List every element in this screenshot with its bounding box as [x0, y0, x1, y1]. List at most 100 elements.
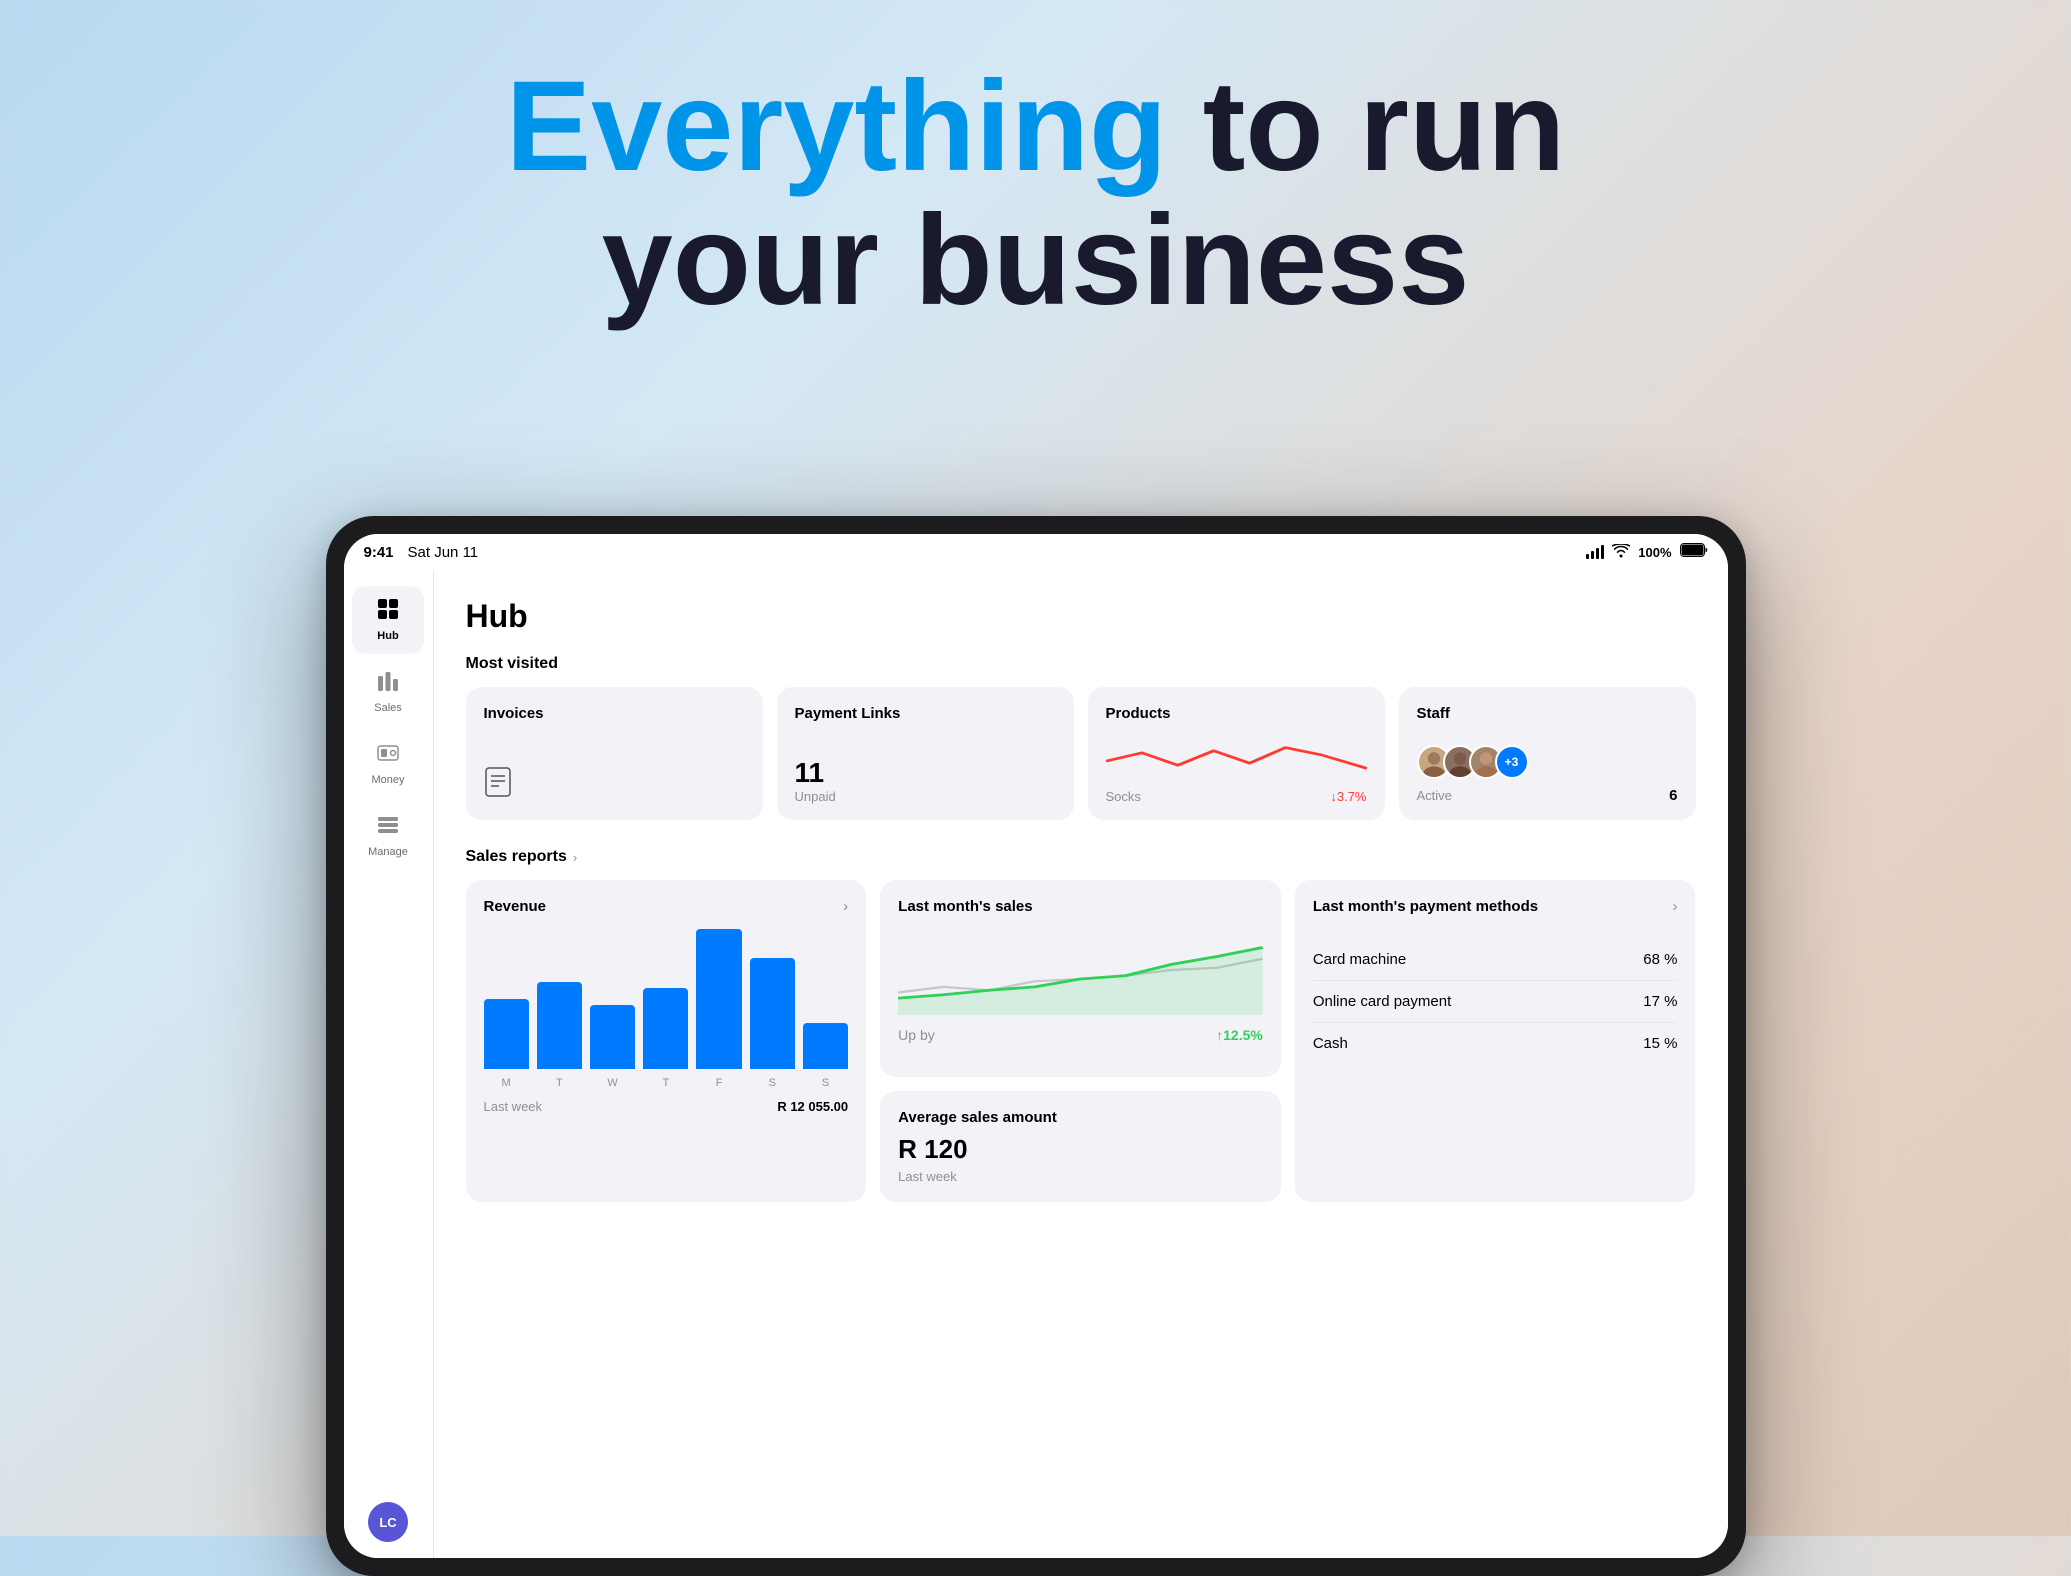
- sales-line-svg: [898, 925, 1263, 1015]
- sales-grid: Revenue ›: [466, 880, 1696, 1202]
- product-name: Socks: [1106, 789, 1141, 804]
- bar-chart: [484, 929, 849, 1069]
- most-visited-grid: Invoices: [466, 687, 1696, 820]
- ipad-wrapper: 9:41 Sat Jun 11: [326, 516, 1746, 1576]
- payment-card-machine-pct: 68 %: [1643, 951, 1677, 968]
- bar-label-s2: S: [803, 1077, 848, 1089]
- status-date: Sat Jun 11: [408, 544, 479, 561]
- products-title: Products: [1106, 705, 1367, 722]
- page-title: Hub: [466, 598, 1696, 635]
- hero-section: Everything to run your business: [0, 0, 2071, 329]
- payment-row-card-machine: Card machine 68 %: [1313, 939, 1678, 981]
- bar-label-m: M: [484, 1077, 529, 1089]
- revenue-title: Revenue: [484, 898, 547, 915]
- status-bar: 9:41 Sat Jun 11: [344, 534, 1728, 570]
- middle-column: Last month's sales: [880, 880, 1281, 1202]
- revenue-chevron-icon[interactable]: ›: [843, 898, 848, 915]
- revenue-amount: R 12 055.00: [777, 1099, 848, 1114]
- last-month-sales-card[interactable]: Last month's sales: [880, 880, 1281, 1077]
- payment-links-number: 11: [795, 757, 1056, 789]
- payment-row-cash: Cash 15 %: [1313, 1023, 1678, 1064]
- bar-w: [590, 1005, 635, 1069]
- sidebar: Hub Sales: [344, 570, 434, 1558]
- bar-chart-labels: M T W T F S S: [484, 1077, 849, 1089]
- sidebar-item-hub-label: Hub: [377, 630, 398, 642]
- invoices-bottom: [484, 767, 745, 804]
- invoices-card[interactable]: Invoices: [466, 687, 763, 820]
- products-spark-chart: [1106, 732, 1367, 784]
- revenue-card[interactable]: Revenue ›: [466, 880, 867, 1202]
- main-content: Hub Most visited Invoices: [434, 570, 1728, 1558]
- payment-methods-list: Card machine 68 % Online card payment 17…: [1313, 939, 1678, 1064]
- avg-amount: R 120: [898, 1134, 1263, 1165]
- sales-reports-chevron-icon[interactable]: ›: [573, 850, 577, 865]
- payment-chevron-icon[interactable]: ›: [1672, 898, 1677, 915]
- payment-cash-pct: 15 %: [1643, 1035, 1677, 1052]
- line-chart: [898, 925, 1263, 1015]
- bar-label-w: W: [590, 1077, 635, 1089]
- last-month-sales-title: Last month's sales: [898, 898, 1263, 915]
- payment-methods-card[interactable]: Last month's payment methods › Card mach…: [1295, 880, 1696, 1202]
- signal-bars-icon: [1586, 545, 1604, 559]
- ipad-screen: 9:41 Sat Jun 11: [344, 534, 1728, 1558]
- payment-card-machine-name: Card machine: [1313, 951, 1406, 968]
- invoice-icon: [484, 767, 512, 804]
- status-right: 100%: [1586, 543, 1707, 562]
- bar-s2: [803, 1023, 848, 1069]
- payment-links-title: Payment Links: [795, 705, 1056, 722]
- payment-cash-name: Cash: [1313, 1035, 1348, 1052]
- products-card[interactable]: Products Socks ↓3.7%: [1088, 687, 1385, 820]
- bar-label-t2: T: [643, 1077, 688, 1089]
- bar-m: [484, 999, 529, 1069]
- avg-period: Last week: [898, 1169, 1263, 1184]
- revenue-period: Last week: [484, 1099, 543, 1114]
- sidebar-avatar[interactable]: LC: [368, 1502, 408, 1542]
- hero-word-torun: to run: [1167, 55, 1565, 198]
- sidebar-item-sales[interactable]: Sales: [352, 658, 424, 726]
- sidebar-item-money-label: Money: [371, 774, 404, 786]
- staff-active-label: Active: [1417, 788, 1452, 803]
- payment-row-online: Online card payment 17 %: [1313, 981, 1678, 1023]
- avg-title: Average sales amount: [898, 1109, 1263, 1126]
- bar-f: [696, 929, 741, 1069]
- staff-avatars: +3: [1417, 745, 1678, 779]
- sidebar-item-hub[interactable]: Hub: [352, 586, 424, 654]
- payment-links-sublabel: Unpaid: [795, 789, 1056, 804]
- payment-online-pct: 17 %: [1643, 993, 1677, 1010]
- battery-text: 100%: [1638, 545, 1671, 560]
- sales-reports-title: Sales reports: [466, 848, 567, 866]
- bar-t1: [537, 982, 582, 1069]
- average-sales-card[interactable]: Average sales amount R 120 Last week: [880, 1091, 1281, 1202]
- sidebar-item-manage[interactable]: Manage: [352, 802, 424, 870]
- money-icon: [377, 742, 399, 770]
- product-trend: ↓3.7%: [1330, 789, 1366, 804]
- staff-avatar-plus: +3: [1495, 745, 1529, 779]
- payment-links-card[interactable]: Payment Links 11 Unpaid: [777, 687, 1074, 820]
- staff-card[interactable]: Staff: [1399, 687, 1696, 820]
- up-value: ↑12.5%: [1216, 1027, 1263, 1043]
- sidebar-item-sales-label: Sales: [374, 702, 402, 714]
- staff-count: 6: [1669, 787, 1677, 804]
- payment-methods-title: Last month's payment methods: [1313, 898, 1538, 915]
- bar-label-f: F: [696, 1077, 741, 1089]
- ipad-frame: 9:41 Sat Jun 11: [326, 516, 1746, 1576]
- sidebar-item-money[interactable]: Money: [352, 730, 424, 798]
- hub-icon: [377, 598, 399, 626]
- up-label: Up by: [898, 1027, 935, 1043]
- bar-label-t1: T: [537, 1077, 582, 1089]
- sales-icon: [377, 670, 399, 698]
- sidebar-item-manage-label: Manage: [368, 846, 408, 858]
- most-visited-label: Most visited: [466, 655, 1696, 673]
- sales-reports-header: Sales reports ›: [466, 848, 1696, 866]
- hero-word-everything: Everything: [506, 55, 1168, 198]
- bar-t2: [643, 988, 688, 1069]
- staff-title: Staff: [1417, 705, 1678, 722]
- bar-label-s1: S: [750, 1077, 795, 1089]
- app-area: Hub Sales: [344, 570, 1728, 1558]
- bar-s1: [750, 958, 795, 1069]
- hero-line2: your business: [0, 194, 2071, 328]
- wifi-icon: [1612, 544, 1630, 561]
- payment-online-name: Online card payment: [1313, 993, 1451, 1010]
- battery-icon: [1680, 543, 1708, 562]
- hero-line1: Everything to run: [0, 60, 2071, 194]
